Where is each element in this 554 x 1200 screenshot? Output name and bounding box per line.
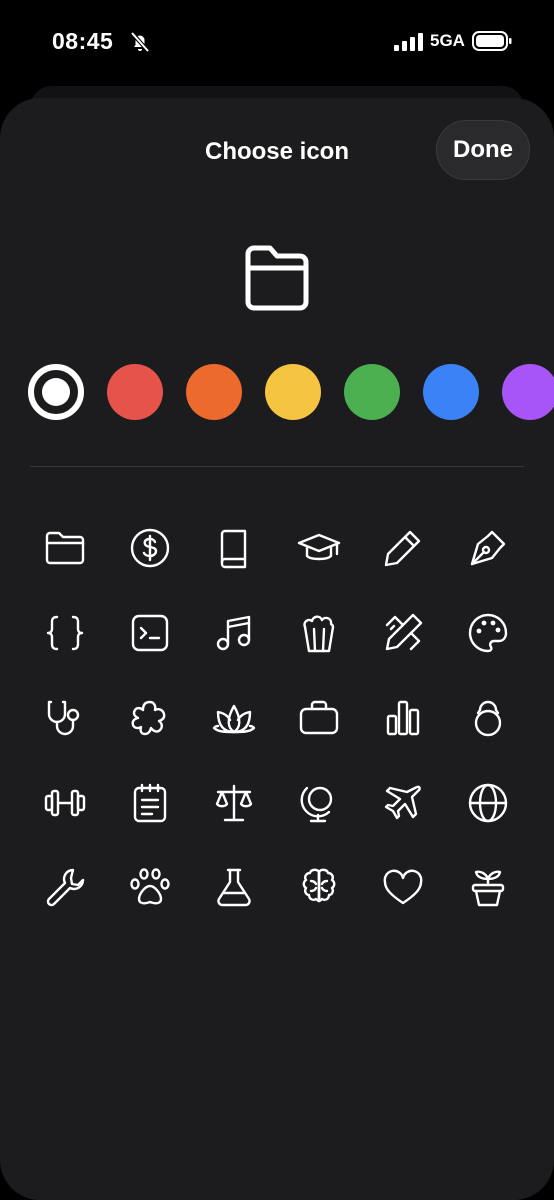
flask-icon[interactable]: [204, 857, 264, 917]
color-swatch-orange[interactable]: [186, 364, 242, 420]
cellular-signal-icon: [394, 33, 423, 51]
graduation-cap-icon[interactable]: [289, 518, 349, 578]
dumbbell-icon[interactable]: [35, 773, 95, 833]
heart-icon[interactable]: [373, 857, 433, 917]
color-swatch-purple[interactable]: [502, 364, 554, 420]
pen-nib-icon[interactable]: [458, 518, 518, 578]
selected-folder-icon: [245, 245, 309, 311]
color-swatch-white[interactable]: [28, 364, 84, 420]
palette-icon[interactable]: [458, 603, 518, 663]
music-note-icon[interactable]: [204, 603, 264, 663]
paw-icon[interactable]: [120, 857, 180, 917]
divider: [30, 466, 524, 467]
airplane-icon[interactable]: [373, 773, 433, 833]
scale-icon[interactable]: [204, 773, 264, 833]
notepad-icon[interactable]: [120, 773, 180, 833]
folder-icon[interactable]: [35, 518, 95, 578]
status-time: 08:45: [52, 28, 114, 54]
battery-icon: [472, 31, 512, 51]
briefcase-icon[interactable]: [289, 688, 349, 748]
done-button[interactable]: Done: [436, 120, 530, 180]
popcorn-icon[interactable]: [289, 603, 349, 663]
color-swatch-red[interactable]: [107, 364, 163, 420]
color-swatch-yellow[interactable]: [265, 364, 321, 420]
bell-slash-icon: [130, 31, 150, 53]
network-type: 5GA: [430, 31, 465, 50]
lotus-icon[interactable]: [204, 688, 264, 748]
brain-icon[interactable]: [289, 857, 349, 917]
status-bar: 08:45 5GA: [0, 0, 554, 84]
stethoscope-icon[interactable]: [35, 688, 95, 748]
pencil-icon[interactable]: [373, 518, 433, 578]
plant-pot-icon[interactable]: [458, 857, 518, 917]
bar-chart-icon[interactable]: [373, 688, 433, 748]
color-swatch-blue[interactable]: [423, 364, 479, 420]
code-braces-icon[interactable]: [35, 603, 95, 663]
wrench-icon[interactable]: [35, 857, 95, 917]
terminal-icon[interactable]: [120, 603, 180, 663]
dollar-circle-icon[interactable]: [120, 518, 180, 578]
pencil-ruler-icon[interactable]: [373, 603, 433, 663]
flower-icon[interactable]: [120, 688, 180, 748]
book-icon[interactable]: [204, 518, 264, 578]
kettlebell-icon[interactable]: [458, 688, 518, 748]
color-swatch-row: [0, 364, 554, 422]
color-swatch-green[interactable]: [344, 364, 400, 420]
globe-icon[interactable]: [458, 773, 518, 833]
globe-stand-icon[interactable]: [289, 773, 349, 833]
